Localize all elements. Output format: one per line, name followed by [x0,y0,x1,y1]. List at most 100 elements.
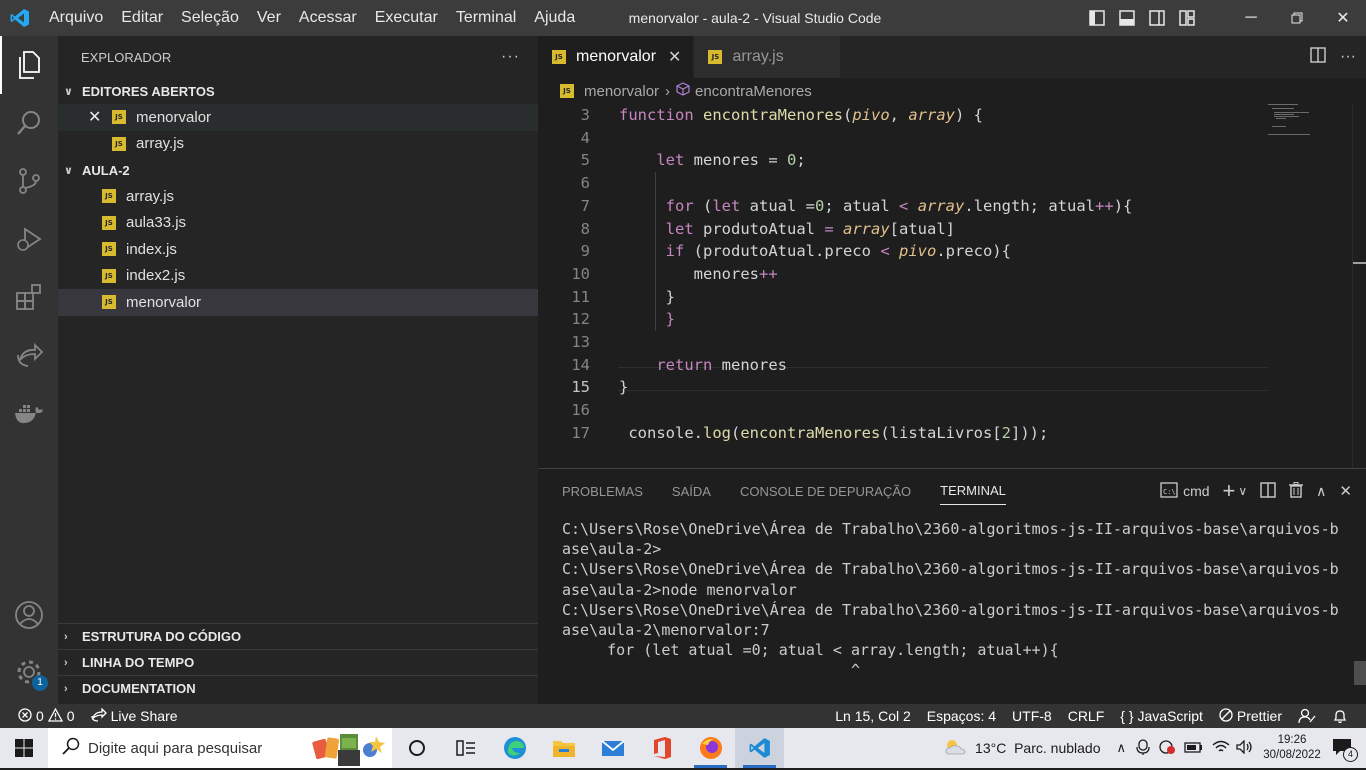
menu-ver[interactable]: Ver [248,0,290,36]
edge-browser-icon[interactable] [490,728,539,768]
extensions-icon[interactable] [0,268,58,326]
documentation-header[interactable]: › DOCUMENTATION [58,675,538,701]
menu-acessar[interactable]: Acessar [290,0,366,36]
notification-center-icon[interactable]: 4 [1332,738,1358,762]
open-editor-item[interactable]: JS array.js [58,131,538,158]
close-panel-icon[interactable]: ✕ [1339,482,1352,500]
open-editor-item[interactable]: ✕ JS menorvalor [58,104,538,131]
maximize-panel-icon[interactable]: ∧ [1316,483,1326,500]
indentation[interactable]: Espaços: 4 [919,704,1004,728]
open-editors-header[interactable]: ∨ EDITORES ABERTOS [58,78,538,104]
meet-now-icon[interactable] [1136,738,1150,758]
tab-array-js[interactable]: JS array.js [694,36,841,78]
split-editor-icon[interactable] [1310,46,1326,68]
explorer-icon[interactable] [0,36,58,94]
code-line[interactable]: 3 function encontraMenores(pivo, array) { [538,104,1318,126]
shell-name[interactable]: cmd [1183,483,1209,499]
breadcrumb-file[interactable]: menorvalor [584,83,659,100]
live-share-icon[interactable] [0,326,58,384]
terminal-line: ase\aula-2>node menorvalor [562,580,797,599]
timeline-header[interactable]: › LINHA DO TEMPO [58,649,538,675]
more-actions-icon[interactable]: ··· [501,48,520,66]
code-line[interactable]: 13 [538,331,1318,353]
account-icon[interactable] [0,586,58,644]
tab-problems[interactable]: PROBLEMAS [562,478,643,505]
menu-executar[interactable]: Executar [366,0,447,36]
editor-scrollbar[interactable] [1352,104,1366,468]
file-item[interactable]: JS aula33.js [58,210,538,237]
minimize-button[interactable]: ─ [1228,0,1274,36]
new-terminal-icon[interactable]: + [1223,480,1236,502]
prettier-status[interactable]: Prettier [1211,704,1290,728]
terminal-output[interactable]: C:\Users\Rose\OneDrive\Área de Trabalho\… [562,519,1352,681]
wifi-icon[interactable] [1212,740,1230,757]
search-icon[interactable] [0,94,58,152]
cursor-position[interactable]: Ln 15, Col 2 [827,704,919,728]
volume-icon[interactable] [1236,738,1254,757]
source-control-icon[interactable] [0,152,58,210]
file-explorer-icon[interactable] [539,728,588,768]
weather-text[interactable]: 13°C Parc. nublado [975,740,1100,756]
notifications-bell-icon[interactable] [1324,704,1356,728]
menu-selecao[interactable]: Seleção [172,0,248,36]
outline-header[interactable]: › ESTRUTURA DO CÓDIGO [58,623,538,649]
toggle-panel-icon[interactable] [1112,0,1142,36]
close-window-button[interactable]: ✕ [1320,0,1366,36]
minimap[interactable] [1268,104,1348,144]
breadcrumb-symbol[interactable]: encontraMenores [695,83,812,100]
battery-icon[interactable] [1184,740,1204,757]
split-terminal-icon[interactable] [1260,481,1276,501]
chevron-up-icon[interactable]: ∧ [1116,740,1126,756]
code-line[interactable]: 5 let menores = 0; [538,149,1318,171]
folder-header[interactable]: ∨ AULA-2 [58,157,538,183]
toggle-sidebar-icon[interactable] [1082,0,1112,36]
firefox-icon[interactable] [686,728,735,768]
line-ending[interactable]: CRLF [1060,704,1113,728]
menu-arquivo[interactable]: Arquivo [40,0,112,36]
code-editor[interactable]: 3 function encontraMenores(pivo, array) {… [538,104,1318,468]
restore-button[interactable] [1274,0,1320,36]
terminal-line: C:\Users\Rose\OneDrive\Área de Trabalho\… [562,600,1339,619]
toggle-secondary-sidebar-icon[interactable] [1142,0,1172,36]
trash-icon[interactable] [1289,481,1304,501]
taskbar-search[interactable]: Digite aqui para pesquisar [48,728,392,768]
language-mode[interactable]: { } JavaScript [1112,704,1211,728]
vscode-taskbar-icon[interactable] [735,728,784,768]
menu-terminal[interactable]: Terminal [447,0,525,36]
run-debug-icon[interactable] [0,210,58,268]
terminal-scrollbar[interactable] [1354,661,1366,685]
problems-status[interactable]: 0 0 [0,704,83,728]
file-item-selected[interactable]: JS menorvalor [58,289,538,316]
code-line[interactable]: 14 return menores [538,354,1318,376]
docker-icon[interactable] [0,384,58,442]
code-line[interactable]: 17 console.log(encontraMenores(listaLivr… [538,422,1318,444]
live-share-status[interactable]: Live Share [83,704,186,728]
tab-menorvalor[interactable]: JS menorvalor ✕ [538,36,695,78]
close-tab-icon[interactable]: ✕ [668,47,681,67]
feedback-icon[interactable] [1290,704,1324,728]
editor-more-icon[interactable]: ··· [1340,48,1356,66]
mail-icon[interactable] [588,728,637,768]
file-item[interactable]: JS array.js [58,183,538,210]
weather-icon[interactable] [943,737,967,760]
clock[interactable]: 19:26 30/08/2022 [1262,733,1322,763]
office-icon[interactable] [637,728,686,768]
menu-editar[interactable]: Editar [112,0,172,36]
tab-terminal[interactable]: TERMINAL [940,477,1006,505]
encoding[interactable]: UTF-8 [1004,704,1060,728]
chevron-down-icon[interactable]: ∨ [1238,484,1247,498]
close-icon[interactable]: ✕ [88,107,112,127]
task-view-icon[interactable] [392,728,441,768]
code-line[interactable]: 15} [538,376,1318,398]
file-item[interactable]: JS index.js [58,236,538,263]
code-line[interactable]: 16 [538,399,1318,421]
tab-debug-console[interactable]: CONSOLE DE DEPURAÇÃO [740,478,911,505]
widgets-icon[interactable] [441,728,490,768]
file-item[interactable]: JS index2.js [58,263,538,290]
code-line[interactable]: 4 [538,127,1318,149]
settings-gear-icon[interactable]: 1 [0,643,58,701]
customize-layout-icon[interactable] [1172,0,1202,36]
security-icon[interactable] [1158,739,1176,758]
tab-output[interactable]: SAÍDA [672,478,711,505]
windows-start-icon[interactable] [0,728,48,768]
